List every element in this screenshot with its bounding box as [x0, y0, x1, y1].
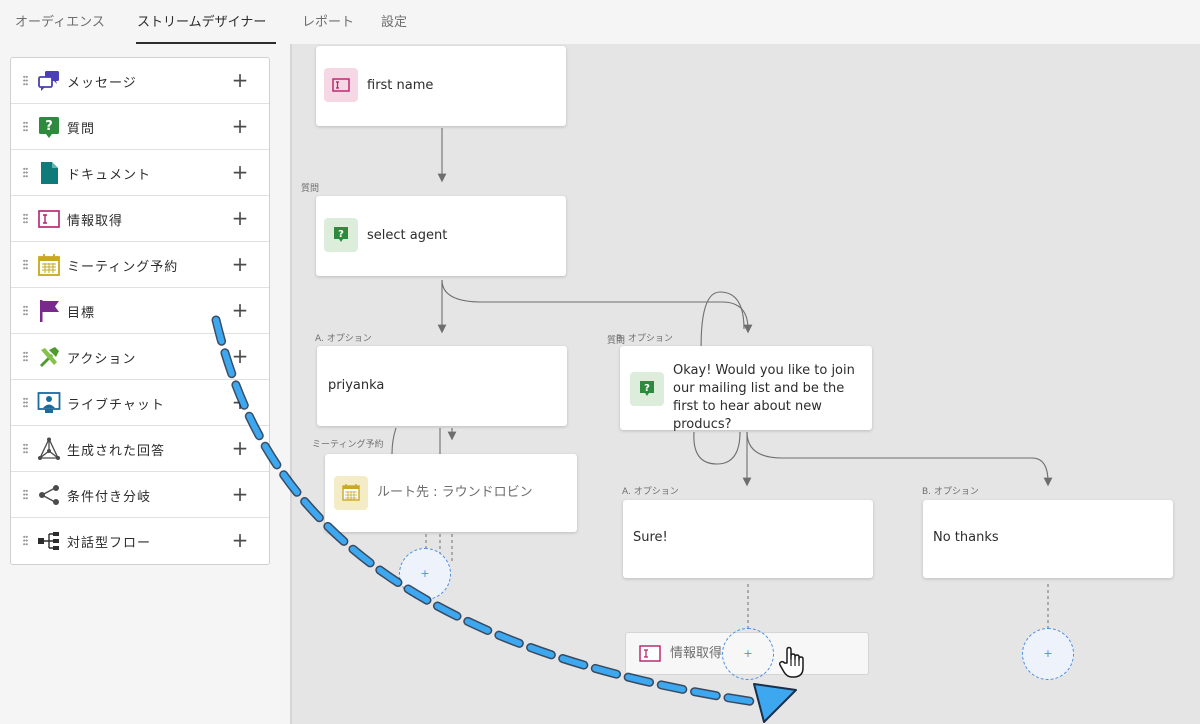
- question-icon: ?: [324, 218, 358, 252]
- add-icon[interactable]: +: [231, 250, 249, 278]
- add-icon[interactable]: +: [231, 342, 249, 370]
- palette-item-label: 目標: [67, 306, 96, 321]
- flow-canvas[interactable]: first name 質問 ? select agent A. オプション pr…: [292, 44, 1200, 724]
- document-icon: [41, 162, 58, 184]
- add-icon[interactable]: +: [231, 526, 249, 554]
- palette-item-label: 対話型フロー: [67, 536, 152, 551]
- node-option-priyanka[interactable]: priyanka: [317, 346, 567, 426]
- node-first-name[interactable]: first name: [316, 46, 566, 126]
- node-title: Okay! Would you like to join our mailing…: [673, 363, 855, 432]
- tools-icon: [40, 347, 59, 367]
- palette-item-document[interactable]: ドキュメント +: [11, 150, 269, 196]
- drag-handle-icon[interactable]: [23, 213, 28, 224]
- palette-item-meeting[interactable]: ミーティング予約 +: [11, 242, 269, 288]
- add-icon[interactable]: +: [231, 434, 249, 462]
- node-caption: 質問: [301, 184, 320, 194]
- add-icon[interactable]: +: [231, 296, 249, 324]
- palette-item-label: 条件付き分岐: [67, 490, 152, 505]
- drag-handle-icon[interactable]: [23, 535, 28, 546]
- question-icon: ?: [630, 372, 664, 406]
- node-select-agent[interactable]: ? select agent: [316, 196, 566, 276]
- message-icon: [38, 71, 59, 91]
- drag-handle-icon[interactable]: [23, 397, 28, 408]
- palette-item-label: ミーティング予約: [67, 260, 179, 275]
- drag-handle-icon[interactable]: [23, 489, 28, 500]
- form-field-icon: [38, 210, 60, 228]
- form-field-icon: [639, 645, 661, 662]
- tab-reports[interactable]: レポート: [302, 11, 354, 30]
- drag-handle-icon[interactable]: [23, 75, 28, 86]
- flow-icon: [38, 532, 59, 550]
- palette-item-live-chat[interactable]: ライブチャット +: [11, 380, 269, 426]
- palette-item-action[interactable]: アクション +: [11, 334, 269, 380]
- drag-handle-icon[interactable]: [23, 167, 28, 178]
- palette-item-conversational-flow[interactable]: 対話型フロー +: [11, 518, 269, 564]
- drop-target-circle[interactable]: +: [722, 628, 774, 680]
- node-question-mailing-list[interactable]: ? Okay! Would you like to join our maili…: [620, 346, 872, 432]
- node-option-no-thanks[interactable]: No thanks: [923, 500, 1173, 578]
- node-title: select agent: [367, 228, 448, 243]
- palette-item-label: アクション: [67, 352, 137, 367]
- node-caption: ミーティング予約: [312, 440, 384, 450]
- add-icon[interactable]: +: [231, 480, 249, 508]
- generated-answer-icon: [38, 437, 60, 460]
- drag-handle-icon[interactable]: [23, 351, 28, 362]
- palette-item-label: ドキュメント: [67, 168, 152, 183]
- palette-item-question[interactable]: ? 質問 +: [11, 104, 269, 150]
- add-icon[interactable]: +: [231, 388, 249, 416]
- palette-item-label: 生成された回答: [67, 444, 166, 459]
- node-caption: A. オプション: [315, 334, 372, 344]
- form-field-icon: [324, 68, 358, 102]
- node-title: ルート先 : ラウンドロビン: [377, 485, 533, 500]
- palette-item-form-field[interactable]: 情報取得 +: [11, 196, 269, 242]
- flag-icon: [40, 300, 59, 322]
- node-title: Sure!: [633, 530, 668, 545]
- node-title: No thanks: [933, 530, 999, 545]
- node-title: 情報取得: [670, 646, 723, 661]
- tab-audience[interactable]: オーディエンス: [15, 11, 105, 30]
- add-icon[interactable]: +: [231, 204, 249, 232]
- branch-icon: [39, 485, 59, 505]
- drag-handle-icon[interactable]: [23, 443, 28, 454]
- calendar-icon: [334, 476, 368, 510]
- hand-cursor-icon: [778, 646, 804, 678]
- palette-item-message[interactable]: メッセージ +: [11, 58, 269, 104]
- tab-stream-designer[interactable]: ストリームデザイナー: [137, 11, 266, 30]
- node-option-sure[interactable]: Sure!: [623, 500, 873, 578]
- add-node-button[interactable]: +: [1022, 628, 1074, 680]
- node-title: priyanka: [328, 378, 385, 393]
- svg-text:?: ?: [338, 229, 344, 240]
- palette-item-label: メッセージ: [67, 76, 137, 91]
- palette-item-label: ライブチャット: [67, 398, 165, 413]
- drag-handle-icon[interactable]: [23, 121, 28, 132]
- add-icon[interactable]: +: [231, 158, 249, 186]
- svg-text:?: ?: [644, 383, 650, 394]
- question-icon: ?: [39, 117, 59, 138]
- palette-item-goal[interactable]: 目標 +: [11, 288, 269, 334]
- tab-settings[interactable]: 設定: [381, 11, 407, 30]
- palette-item-label: 情報取得: [67, 214, 124, 229]
- node-title: first name: [367, 78, 434, 93]
- node-caption: B. オプション: [922, 487, 979, 497]
- drag-handle-icon[interactable]: [23, 305, 28, 316]
- svg-text:?: ?: [45, 119, 53, 134]
- node-caption: A. オプション: [622, 487, 679, 497]
- add-icon[interactable]: +: [231, 66, 249, 94]
- node-meeting[interactable]: ルート先 : ラウンドロビン: [325, 454, 577, 532]
- live-chat-icon: [37, 392, 61, 413]
- palette-item-generated-answer[interactable]: 生成された回答 +: [11, 426, 269, 472]
- palette-item-label: 質問: [67, 122, 96, 137]
- node-caption: B. オプション: [616, 334, 673, 344]
- drag-handle-icon[interactable]: [23, 259, 28, 270]
- add-icon[interactable]: +: [231, 112, 249, 140]
- top-nav: オーディエンス ストリームデザイナー レポート 設定: [0, 0, 1200, 44]
- calendar-icon: [38, 254, 60, 276]
- component-palette: メッセージ + ? 質問 + ドキュメント + 情報取得 + ミーティング予約 …: [10, 57, 270, 565]
- palette-item-conditional-branch[interactable]: 条件付き分岐 +: [11, 472, 269, 518]
- add-node-button[interactable]: +: [399, 548, 451, 600]
